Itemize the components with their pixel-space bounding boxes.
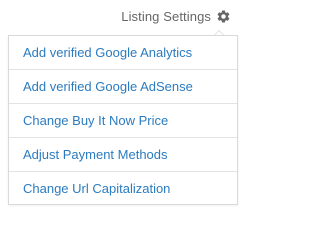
settings-menu: Add verified Google Analytics Add verifi… — [8, 35, 238, 205]
listing-settings-button[interactable]: Listing Settings — [121, 9, 231, 24]
menu-item-change-buy-it-now-price[interactable]: Change Buy It Now Price — [9, 104, 237, 138]
menu-item-add-google-adsense[interactable]: Add verified Google AdSense — [9, 70, 237, 104]
listing-settings-label: Listing Settings — [121, 9, 211, 24]
menu-item-add-google-analytics[interactable]: Add verified Google Analytics — [9, 36, 237, 70]
gear-icon[interactable] — [216, 9, 231, 24]
menu-item-adjust-payment-methods[interactable]: Adjust Payment Methods — [9, 138, 237, 172]
listing-settings-dropdown: Listing Settings Add verified Google Ana… — [0, 0, 245, 218]
menu-item-change-url-capitalization[interactable]: Change Url Capitalization — [9, 172, 237, 206]
